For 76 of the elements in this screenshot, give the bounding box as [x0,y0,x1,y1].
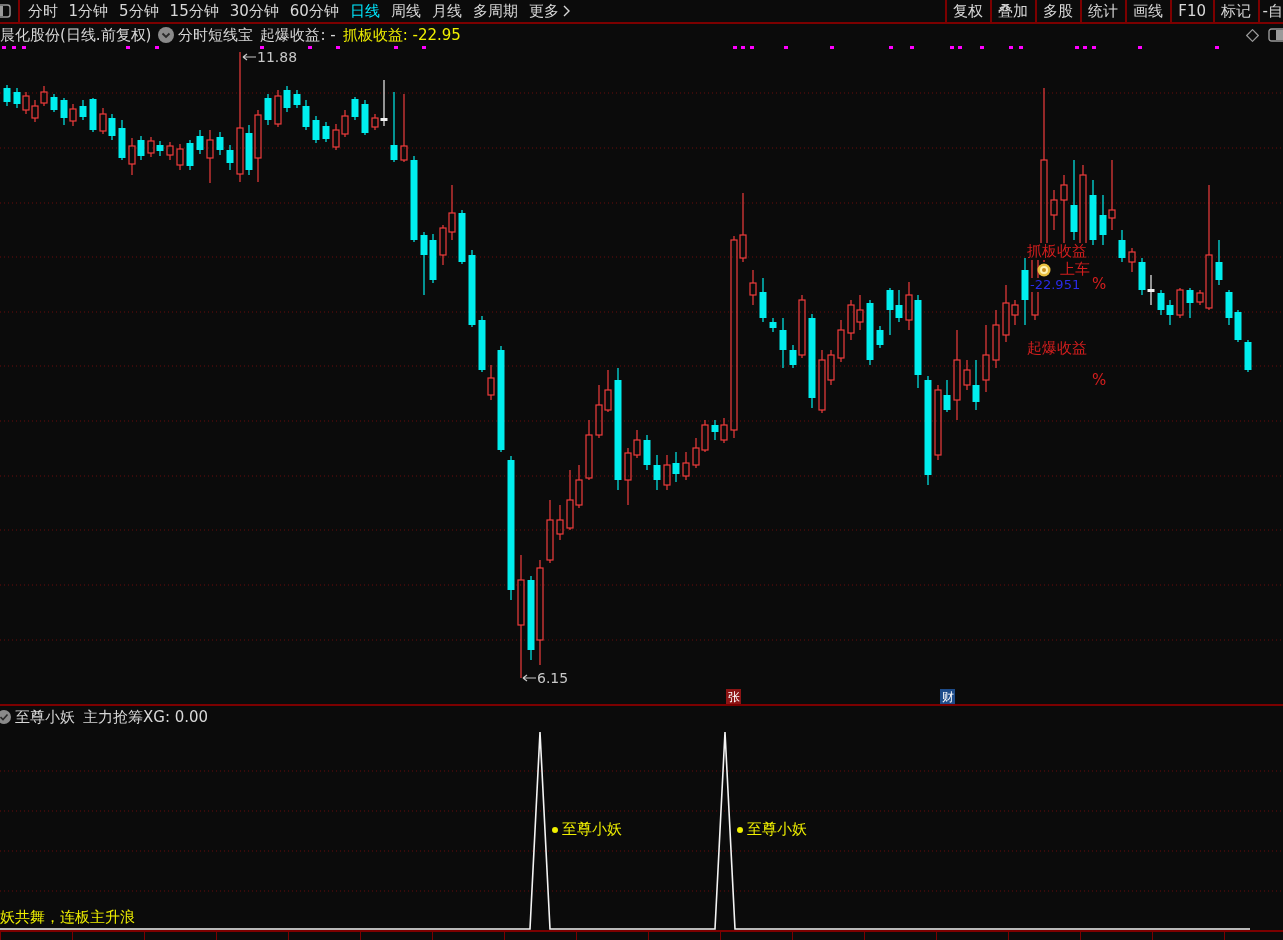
signal-marker-icon [784,46,788,49]
signal-marker-icon [308,46,312,49]
signal-marker-icon [22,46,26,49]
period-tab[interactable]: 周线 [385,0,427,22]
stock-title: 晨化股份(日线.前复权) [0,25,152,45]
percent-label: % [1092,372,1107,389]
tool-button[interactable]: 画线 [1124,0,1170,22]
period-tab[interactable]: 5分钟 [113,0,165,22]
period-tab[interactable]: 日线 [344,0,386,22]
indicator-title: 至尊小妖 [15,707,75,727]
annotation-label: 起爆收益 [1027,340,1087,357]
indicator-readout: 抓板收益: -22.95 [342,25,461,45]
signal-marker-icon [422,46,426,49]
signal-dot-icon [737,827,743,833]
coin-icon [1037,263,1051,277]
tool-button[interactable]: 叠加 [989,0,1035,22]
period-tab[interactable]: 1分钟 [63,0,114,22]
signal-marker-icon [155,46,159,49]
signal-label: 至尊小妖 [747,821,807,838]
period-tab[interactable]: 月线 [426,0,468,22]
tool-button[interactable]: 复权 [944,0,990,22]
signal-marker-icon [126,46,130,49]
signal-label: 至尊小妖 [562,821,622,838]
check-circle-icon[interactable] [0,710,11,724]
slogan-text: 妖共舞，连板主升浪 [0,909,135,926]
signal-dot-icon [552,827,558,833]
indicator-name: 分时短线宝 [178,25,254,45]
tool-button[interactable]: -自 [1257,0,1283,22]
signal-marker-icon [336,46,340,49]
signal-marker-icon [741,46,745,49]
percent-label: % [1092,276,1107,293]
signal-marker-icon [1009,46,1013,49]
signal-marker-icon [394,46,398,49]
signal-marker-icon [958,46,962,49]
diamond-icon[interactable] [1246,28,1259,42]
period-tab[interactable]: 30分钟 [224,0,285,22]
period-tab[interactable]: 多周期 [467,0,524,22]
signal-marker-icon [1215,46,1219,49]
annotation-label: 抓板收益 [1027,243,1087,260]
period-tab[interactable]: 分时 [22,0,63,22]
indicator-readout: 起爆收益: - [260,25,336,45]
panel-toggle-icon[interactable] [0,4,11,18]
period-tab[interactable]: 60分钟 [284,0,345,22]
signal-marker-icon [1075,46,1079,49]
tool-button[interactable]: F10 [1169,0,1213,22]
signal-marker-icon [12,46,16,49]
signal-marker-icon [980,46,984,49]
signal-marker-icon [950,46,954,49]
signal-marker-icon [910,46,914,49]
signal-marker-icon [889,46,893,49]
tool-button[interactable]: 统计 [1079,0,1125,22]
chevron-right-icon [562,5,570,17]
event-badge: 财 [940,689,955,704]
chevron-down-icon[interactable] [158,27,175,43]
signal-marker-icon [260,46,264,49]
signal-marker-icon [750,46,754,49]
period-tab[interactable]: 15分钟 [164,0,225,22]
event-badge: 张 [726,689,741,704]
annotation-label: 上车 [1060,261,1090,278]
tool-button[interactable]: 标记 [1212,0,1258,22]
signal-marker-icon [1138,46,1142,49]
pointer-arrow-icon [522,673,536,683]
signal-marker-icon [1019,46,1023,49]
signal-marker-icon [1092,46,1096,49]
annotation-value: -22.951 [1030,278,1081,292]
tool-button[interactable]: 多股 [1034,0,1080,22]
indicator-readout: 主力抢筹XG: 0.00 [83,707,209,727]
signal-marker-icon [733,46,737,49]
high-price-label: 11.88 [257,49,298,66]
panel-toggle-icon[interactable] [1268,28,1283,42]
signal-marker-icon [1083,46,1087,49]
signal-marker-icon [830,46,834,49]
signal-marker-icon [2,46,6,49]
pointer-arrow-icon [242,52,256,62]
more-button[interactable]: 更多 [523,0,576,22]
low-price-label: 6.15 [537,670,569,687]
